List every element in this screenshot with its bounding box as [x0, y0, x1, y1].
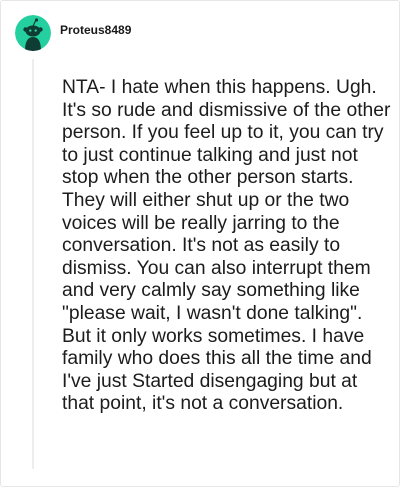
- comment-author[interactable]: Proteus8489: [60, 23, 131, 37]
- reddit-snoo-avatar-icon[interactable]: [15, 15, 51, 51]
- thread-line[interactable]: [32, 59, 34, 469]
- comment-body: NTA- I hate when this happens. Ugh. It's…: [62, 77, 391, 415]
- comment-card: Proteus8489 NTA- I hate when this happen…: [0, 0, 400, 487]
- comment-header: Proteus8489: [15, 13, 131, 53]
